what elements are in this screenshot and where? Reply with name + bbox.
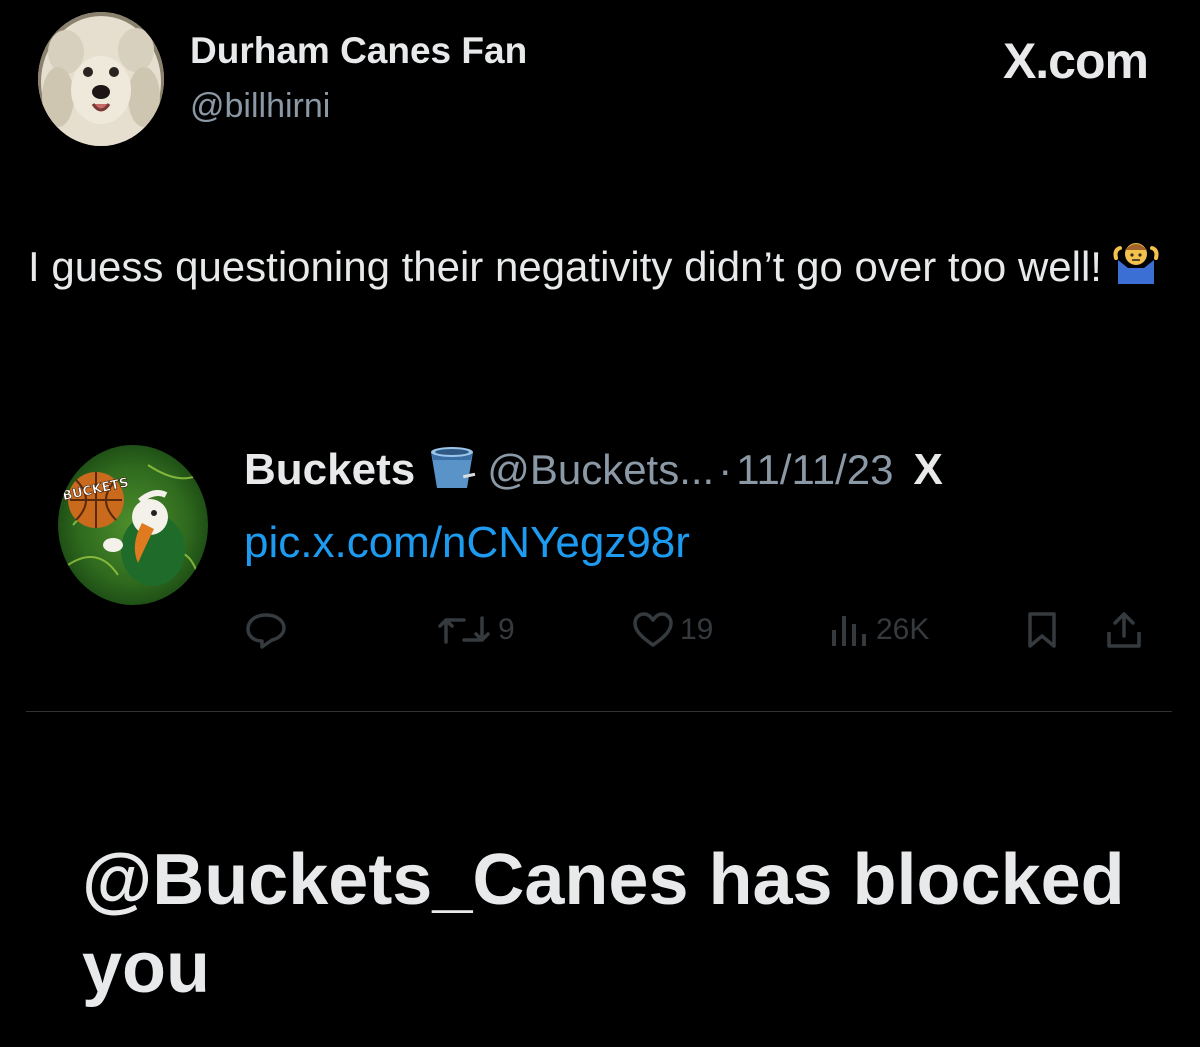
- retweet-count: 9: [498, 613, 515, 646]
- quoted-link[interactable]: pic.x.com/nCNYegz98r: [244, 518, 690, 568]
- share-icon: [1104, 610, 1144, 650]
- quoted-name[interactable]: Buckets: [244, 445, 415, 495]
- divider: [26, 711, 1172, 712]
- tweet-text-body: I guess questioning their negativity did…: [28, 243, 1102, 290]
- reply-button[interactable]: [244, 605, 294, 655]
- man-shrugging-icon: [1112, 235, 1160, 305]
- author-name[interactable]: Durham Canes Fan: [190, 30, 527, 72]
- views-button[interactable]: 26K: [826, 605, 929, 655]
- tweet-text: I guess questioning their negativity did…: [28, 232, 1178, 305]
- heart-icon: [632, 610, 674, 650]
- retweet-icon: [436, 610, 492, 650]
- x-logo-icon: X: [913, 445, 943, 494]
- quoted-header: Buckets @Buckets... · 11/11/23 X: [244, 440, 943, 500]
- bucket-icon: [425, 444, 479, 497]
- like-count: 19: [680, 613, 714, 646]
- quoted-handle[interactable]: @Buckets...: [487, 446, 714, 494]
- share-button[interactable]: [1104, 605, 1144, 655]
- author-handle[interactable]: @billhirni: [190, 87, 330, 126]
- view-count: 26K: [876, 613, 930, 646]
- quoted-date[interactable]: 11/11/23: [736, 446, 893, 494]
- blocked-message: @Buckets_Canes has blocked you: [82, 840, 1125, 1008]
- retweet-button[interactable]: 9: [436, 605, 515, 655]
- bookmark-button[interactable]: [1022, 605, 1062, 655]
- author-avatar[interactable]: [38, 12, 164, 146]
- quoted-avatar[interactable]: BUCKETS: [58, 445, 208, 605]
- reply-icon: [244, 610, 288, 650]
- quoted-action-bar: 9 19 26K: [244, 605, 1164, 655]
- like-button[interactable]: 19: [632, 605, 713, 655]
- views-icon: [826, 610, 870, 650]
- quoted-separator: ·: [718, 446, 733, 493]
- site-label: X.com: [1002, 33, 1149, 89]
- bookmark-icon: [1022, 610, 1062, 650]
